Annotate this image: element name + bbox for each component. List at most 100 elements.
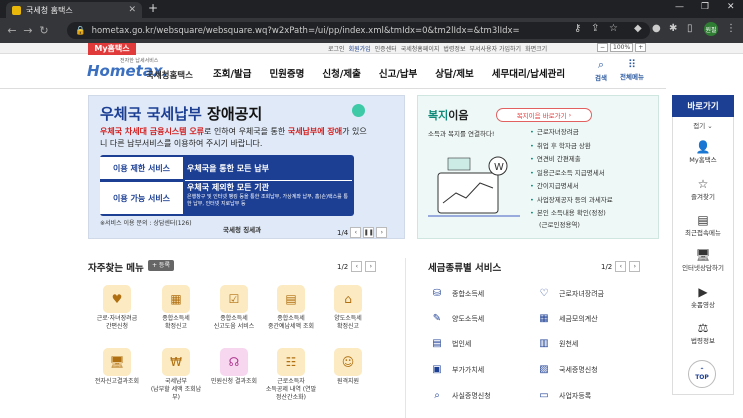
- tax-item-tax-simulator[interactable]: ▦ 세금모의계산: [537, 313, 597, 325]
- all-menu-button[interactable]: ⠿ 전체메뉴: [616, 58, 648, 81]
- nav-inquiry[interactable]: 조회/발급: [213, 66, 251, 80]
- pause-icon[interactable]: ❚❚: [363, 227, 375, 238]
- nav-certificate[interactable]: 민원증명: [269, 66, 304, 80]
- search-button[interactable]: ⌕ 검색: [591, 58, 611, 82]
- tax-services-title: 세금종류별 서비스: [428, 263, 502, 274]
- fav-item-capital-gains[interactable]: ⌂ 양도소득세 확정신고: [322, 285, 374, 331]
- prev-icon[interactable]: ‹: [351, 261, 363, 272]
- welfare-item[interactable]: 연견비 간편제출: [530, 153, 613, 167]
- scroll-top-button[interactable]: ⌃ TOP: [688, 360, 716, 388]
- extension-dark-icon[interactable]: ◆: [634, 23, 642, 34]
- tax-item-income-tax[interactable]: ⛁ 종합소득세: [430, 288, 484, 300]
- new-tab-button[interactable]: +: [148, 1, 158, 15]
- fav-item-interim-prepayment[interactable]: ▤ 종합소득세 중간예납세액 조회: [265, 285, 317, 331]
- fav-item-income-tax-filing[interactable]: ▦ 종합소득세 확정신고: [150, 285, 202, 331]
- dept-user-link[interactable]: 부서사용자 가입하기: [469, 44, 521, 53]
- welfare-item[interactable]: 간이지급명세서: [530, 180, 613, 194]
- screen-size-label: 화면크기: [525, 46, 548, 53]
- quick-item-favorites[interactable]: ☆ 즐겨찾기: [672, 177, 734, 201]
- fav-item-tax-payment[interactable]: ₩ 국세납부 (납부할 세액 조회납부): [150, 348, 202, 402]
- fav-item-petition-result[interactable]: ☊ 민원신청 결과조회: [208, 348, 260, 386]
- fav-item-earned-income-credit[interactable]: ♥ 근로·자녀장려금 간편신청: [91, 285, 143, 331]
- tab-close-icon[interactable]: ✕: [128, 5, 136, 15]
- next-icon[interactable]: ›: [365, 261, 377, 272]
- welfare-description: 소득과 복지를 연결하다!: [428, 130, 495, 138]
- welfare-shortcut-button[interactable]: 복지이음 바로가기 ›: [496, 108, 592, 122]
- key-icon[interactable]: ⚷: [574, 23, 581, 34]
- nav-application[interactable]: 신청/제출: [322, 66, 360, 80]
- back-icon[interactable]: ←: [4, 24, 20, 37]
- nav-tax-agent[interactable]: 세무대리/납세관리: [492, 66, 565, 80]
- next-icon[interactable]: ›: [629, 261, 641, 272]
- my-hometax-link[interactable]: My홈택스: [88, 43, 136, 55]
- welfare-item[interactable]: 일용근로소득 지급명세서: [530, 167, 613, 181]
- tax-item-withholding-tax[interactable]: ▥ 원천세: [537, 338, 578, 350]
- welfare-item[interactable]: 근로자녀장려금: [530, 126, 613, 140]
- quick-item-my-hometax[interactable]: 👤 My홈택스: [672, 140, 734, 164]
- url-text: hometax.go.kr/websquare/websquare.wq?w2x…: [91, 25, 520, 36]
- fav-item-filing-help[interactable]: ☑ 종합소득세 신고도움 서비스: [208, 285, 260, 331]
- fav-item-remote-support[interactable]: ☺ 원격지원: [322, 348, 374, 386]
- house-icon: ⌂: [334, 285, 362, 313]
- minimize-icon[interactable]: —: [675, 2, 684, 12]
- tax-item-business-registration[interactable]: ▭ 사업자등록: [537, 390, 591, 402]
- browser-tab[interactable]: 국세청 홈택스 ✕: [6, 2, 142, 18]
- share-icon[interactable]: ⇪: [591, 23, 599, 34]
- tax-item-earned-income-credit[interactable]: ♡ 근로자녀장려금: [537, 288, 605, 300]
- svg-text:W: W: [494, 162, 504, 173]
- zoom-out-button[interactable]: −: [597, 43, 609, 52]
- quick-menu-title: 바로가기: [672, 95, 734, 117]
- address-bar[interactable]: 🔒 hometax.go.kr/websquare/websquare.wq?w…: [67, 22, 650, 39]
- tax-item-capital-gains[interactable]: ✎ 양도소득세: [430, 313, 484, 325]
- vat-icon: ▣: [432, 364, 442, 375]
- prev-icon[interactable]: ‹: [615, 261, 627, 272]
- quick-item-shorts[interactable]: ▶ 숏폼영상: [672, 285, 734, 309]
- welfare-item[interactable]: 본인 소득내용 확인(정정): [530, 207, 613, 221]
- sidebar-icon[interactable]: ▯: [687, 23, 693, 34]
- person-document-icon: ☷: [277, 348, 305, 376]
- welfare-item[interactable]: 취업 후 학자금 상환: [530, 140, 613, 154]
- quick-menu-fold-button[interactable]: 접기 ⌄: [672, 120, 734, 130]
- zoom-control: − 100% +: [597, 43, 647, 52]
- tax-item-corporate-tax[interactable]: ▤ 법인세: [430, 338, 471, 350]
- next-icon[interactable]: ›: [376, 227, 388, 238]
- logo-subtitle: 국세청홈택스: [146, 71, 193, 81]
- login-link[interactable]: 로그인: [328, 44, 345, 53]
- signup-link[interactable]: 회원가입: [349, 44, 371, 53]
- nav-consult[interactable]: 상담/제보: [435, 66, 473, 80]
- nav-filing[interactable]: 신고/납부: [379, 66, 417, 80]
- zoom-in-button[interactable]: +: [635, 43, 647, 52]
- favorites-pager: 1/2 ‹ ›: [337, 261, 377, 272]
- id-card-icon: ▭: [539, 390, 549, 401]
- welfare-title: 복지이음: [428, 109, 469, 122]
- maximize-icon[interactable]: ❐: [701, 2, 709, 12]
- cert-center-link[interactable]: 인증센터: [375, 44, 397, 53]
- profile-avatar[interactable]: 원필: [704, 22, 718, 36]
- forward-icon[interactable]: →: [20, 24, 36, 37]
- close-window-icon[interactable]: ✕: [727, 2, 735, 12]
- bookmark-star-icon[interactable]: ☆: [609, 23, 618, 34]
- tax-item-fact-certificate[interactable]: ⌕ 사실증명신청: [430, 390, 490, 402]
- quick-item-recent[interactable]: ▤ 최근접속메뉴: [672, 213, 734, 237]
- chrome-menu-icon[interactable]: ⋮: [726, 23, 736, 34]
- prev-icon[interactable]: ‹: [350, 227, 362, 238]
- tax-item-tax-certificate[interactable]: ▨ 국세증명신청: [537, 364, 597, 376]
- reload-icon[interactable]: ↻: [36, 24, 52, 37]
- tax-item-vat[interactable]: ▣ 부가가치세: [430, 364, 484, 376]
- tax-services-pager: 1/2 ‹ ›: [601, 261, 641, 272]
- quick-item-online-consult[interactable]: 🖥 인터넷상담하기: [672, 248, 734, 272]
- favorites-add-button[interactable]: + 등록: [148, 260, 174, 271]
- top-links: 로그인 회원가입 인증센터 국세청홈페이지 법령정보 부서사용자 가입하기 화면…: [328, 44, 547, 53]
- heart-icon: ♡: [539, 288, 549, 299]
- law-info-link[interactable]: 법령정보: [443, 44, 465, 53]
- search-icon: ⌕: [597, 58, 605, 71]
- fav-item-e-filing-result[interactable]: 🖥 전자신고결과조회: [91, 348, 143, 386]
- quick-item-law[interactable]: ⚖ 법령정보: [672, 321, 734, 345]
- extension-red-icon[interactable]: ●: [652, 23, 661, 34]
- puzzle-icon[interactable]: ✱: [669, 23, 677, 34]
- fav-item-year-end-settlement[interactable]: ☷ 근로소득자 소득공제 내역 (연말정산간소화): [265, 348, 317, 402]
- zoom-level: 100%: [610, 43, 634, 52]
- star-icon: ☆: [697, 177, 709, 191]
- nts-home-link[interactable]: 국세청홈페이지: [401, 44, 440, 53]
- welfare-item[interactable]: 사업장제공자 등의 과세자료: [530, 194, 613, 208]
